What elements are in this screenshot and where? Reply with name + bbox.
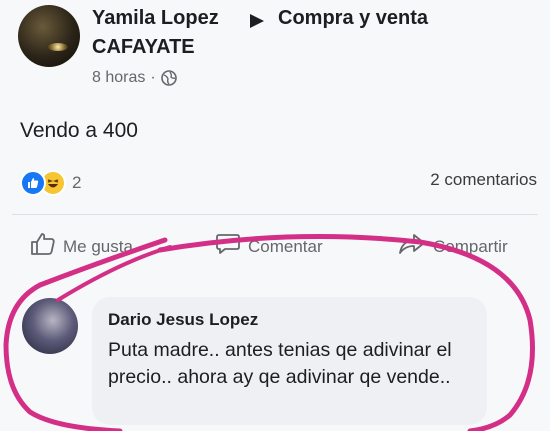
- post-text: Vendo a 400: [20, 119, 138, 142]
- reactions-summary[interactable]: 2: [20, 170, 81, 196]
- share-icon: [398, 232, 433, 261]
- like-label: Me gusta: [63, 236, 133, 256]
- share-button[interactable]: Compartir: [398, 232, 508, 261]
- comment-button[interactable]: Comentar: [215, 232, 323, 261]
- arrow-right-icon: [247, 13, 267, 34]
- post-meta: 8 horas ·: [92, 67, 177, 89]
- post-actions: Me gusta Comentar Compartir: [0, 228, 550, 268]
- facebook-post: Yamila Lopez Compra y venta CAFAYATE 8 h…: [0, 0, 550, 431]
- group-name[interactable]: Compra y venta: [278, 5, 428, 31]
- comments-count[interactable]: 2 comentarios: [430, 170, 537, 190]
- comment-text: Puta madre.. antes tenias qe adivinar el…: [108, 339, 452, 388]
- share-label: Compartir: [433, 236, 508, 256]
- reaction-count: 2: [72, 173, 82, 192]
- author-avatar[interactable]: [18, 5, 80, 67]
- comment-label: Comentar: [248, 236, 323, 256]
- commenter-avatar[interactable]: [22, 298, 78, 354]
- meta-dot: ·: [150, 69, 156, 86]
- post-time[interactable]: 8 horas: [92, 67, 145, 89]
- author-name[interactable]: Yamila Lopez: [92, 5, 219, 31]
- comment-icon: [215, 232, 248, 261]
- group-name-line2[interactable]: CAFAYATE: [92, 34, 195, 60]
- like-reaction-icon: [20, 170, 46, 196]
- globe-icon: [160, 70, 177, 86]
- thumbs-up-icon: [30, 232, 63, 261]
- divider: [12, 214, 538, 215]
- like-button[interactable]: Me gusta: [30, 232, 133, 261]
- commenter-name[interactable]: Dario Jesus Lopez: [108, 309, 258, 331]
